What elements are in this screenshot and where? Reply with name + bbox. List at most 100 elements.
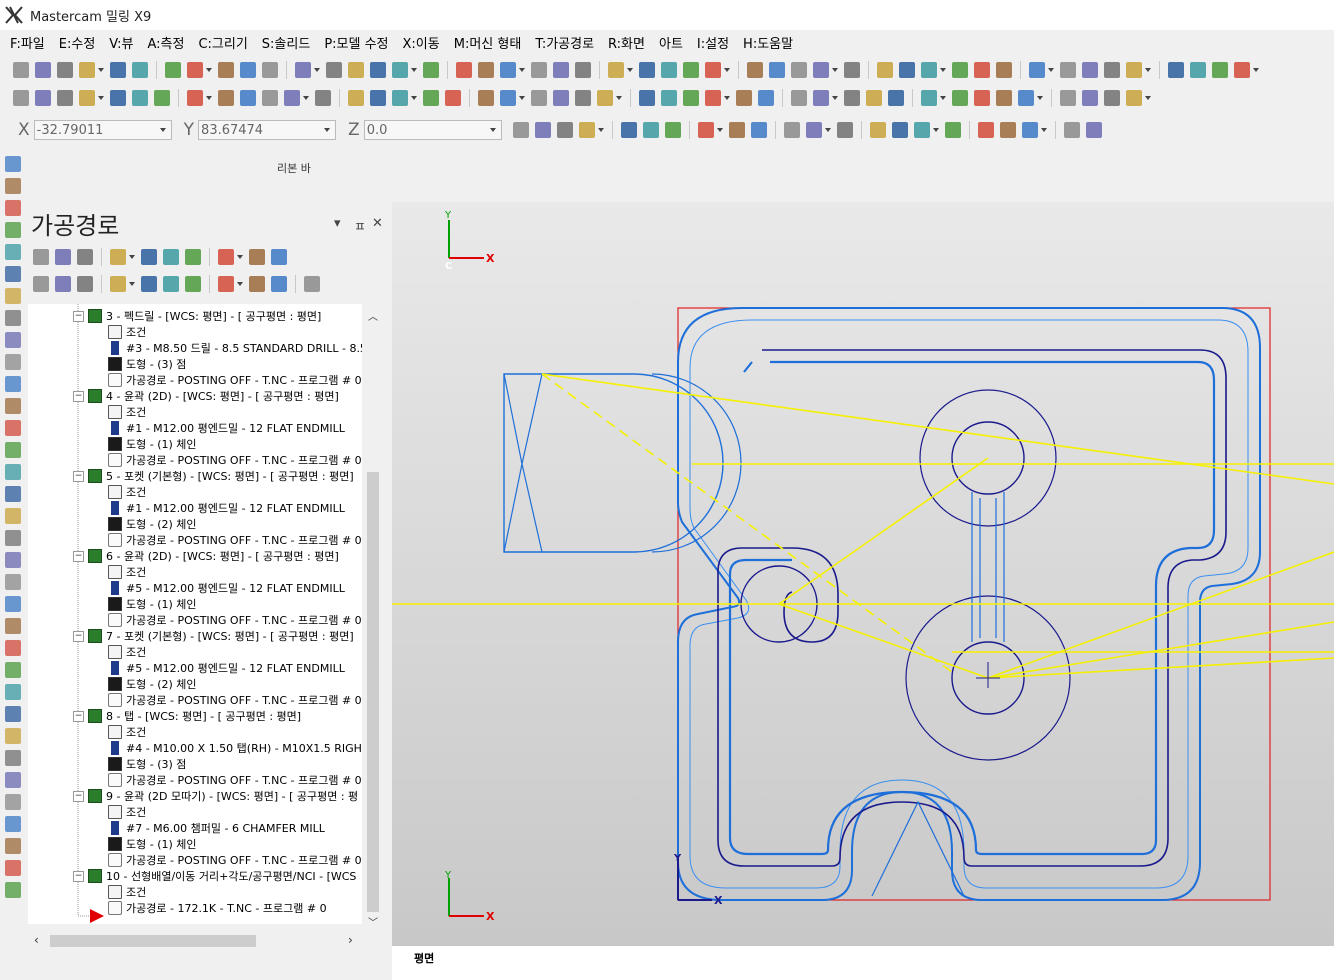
draw-tool-icon-31[interactable]: [813, 90, 829, 106]
tree-row[interactable]: 가공경로 - POSTING OFF - T.NC - 프로그램 # 0: [108, 372, 362, 388]
main-tool-icon-30[interactable]: [791, 62, 807, 78]
chevron-down-icon[interactable]: [411, 96, 417, 100]
tree-row[interactable]: #7 - M6.00 챔퍼밀 - 6 CHAMFER MILL: [108, 820, 325, 836]
chevron-down-icon[interactable]: [519, 96, 525, 100]
draw-tool-icon-33[interactable]: [866, 90, 882, 106]
tree-row[interactable]: 가공경로 - POSTING OFF - T.NC - 프로그램 # 0: [108, 532, 362, 548]
draw-tool-icon-1[interactable]: [35, 90, 51, 106]
main-tool-icon-29[interactable]: [769, 62, 785, 78]
draw-tool-icon-36[interactable]: [952, 90, 968, 106]
operation-row[interactable]: 10 - 선형배열/이동 거리+각도/공구평면/NCI - [WCS: [88, 868, 356, 884]
toolpath-top-tool-icon-5[interactable]: [163, 249, 179, 265]
autocursor-tool-icon-12[interactable]: [836, 122, 853, 138]
left-tool-icon-24[interactable]: [5, 684, 21, 700]
tree-row[interactable]: 조건: [108, 884, 146, 900]
menu-item-1[interactable]: E:수정: [59, 33, 96, 52]
chevron-down-icon[interactable]: [324, 128, 331, 132]
chevron-down-icon[interactable]: [932, 128, 939, 132]
draw-tool-icon-7[interactable]: [187, 90, 203, 106]
tree-row[interactable]: #5 - M12.00 평엔드밀 - 12 FLAT ENDMILL: [108, 580, 345, 596]
main-tool-icon-47[interactable]: [1234, 62, 1250, 78]
main-tool-icon-4[interactable]: [110, 62, 126, 78]
operation-row[interactable]: 7 - 포켓 (기본형) - [WCS: 평면] - [ 공구평면 : 평면]: [88, 628, 354, 644]
main-tool-icon-3[interactable]: [79, 62, 95, 78]
main-tool-icon-0[interactable]: [13, 62, 29, 78]
draw-tool-icon-14[interactable]: [370, 90, 386, 106]
tree-vertical-scrollbar[interactable]: ︿ ﹀: [364, 304, 382, 932]
left-tool-icon-0[interactable]: [5, 156, 21, 172]
draw-tool-icon-40[interactable]: [1060, 90, 1076, 106]
autocursor-tool-icon-15[interactable]: [913, 122, 930, 138]
left-tool-icon-26[interactable]: [5, 728, 21, 744]
left-tool-icon-12[interactable]: [5, 420, 21, 436]
main-tool-icon-14[interactable]: [370, 62, 386, 78]
left-tool-icon-3[interactable]: [5, 222, 21, 238]
operations-tree[interactable]: 3 - 펙드릴 - [WCS: 평면] - [ 공구평면 : 평면] − 조건 #3 …: [28, 304, 362, 924]
main-tool-icon-31[interactable]: [813, 62, 829, 78]
collapse-icon[interactable]: −: [73, 471, 84, 482]
left-tool-icon-14[interactable]: [5, 464, 21, 480]
chevron-down-icon[interactable]: [489, 128, 496, 132]
toolpath-top-tool-icon-2[interactable]: [77, 249, 93, 265]
chevron-down-icon[interactable]: [1145, 96, 1151, 100]
main-tool-icon-40[interactable]: [1060, 62, 1076, 78]
left-tool-icon-25[interactable]: [5, 706, 21, 722]
left-tool-icon-30[interactable]: [5, 816, 21, 832]
autocursor-tool-icon-16[interactable]: [944, 122, 961, 138]
operation-row[interactable]: 8 - 탭 - [WCS: 평면] - [ 공구평면 : 평면]: [88, 708, 301, 724]
main-tool-icon-9[interactable]: [240, 62, 256, 78]
draw-tool-icon-5[interactable]: [132, 90, 148, 106]
main-tool-icon-45[interactable]: [1190, 62, 1206, 78]
tree-row[interactable]: 도형 - (1) 체인: [108, 436, 197, 452]
toolpath-top-tool-icon-0[interactable]: [33, 249, 49, 265]
draw-tool-icon-37[interactable]: [974, 90, 990, 106]
tree-row[interactable]: 도형 - (2) 체인: [108, 516, 197, 532]
left-tool-icon-4[interactable]: [5, 244, 21, 260]
autocursor-tool-icon-21[interactable]: [1085, 122, 1102, 138]
chevron-down-icon[interactable]: [98, 96, 104, 100]
chevron-down-icon[interactable]: [724, 96, 730, 100]
draw-tool-icon-8[interactable]: [218, 90, 234, 106]
tree-row[interactable]: 가공경로 - POSTING OFF - T.NC - 프로그램 # 0: [108, 612, 362, 628]
chevron-down-icon[interactable]: [716, 128, 723, 132]
autocursor-tool-icon-5[interactable]: [642, 122, 659, 138]
toolpath-bottom-tool-icon-0[interactable]: [33, 276, 49, 292]
toolpath-top-tool-icon-1[interactable]: [55, 249, 71, 265]
main-tool-icon-35[interactable]: [921, 62, 937, 78]
draw-tool-icon-0[interactable]: [13, 90, 29, 106]
tree-row[interactable]: 가공경로 - POSTING OFF - T.NC - 프로그램 # 0: [108, 852, 362, 868]
y-coord-input[interactable]: 83.67474: [198, 120, 337, 140]
draw-tool-icon-9[interactable]: [240, 90, 256, 106]
tree-row[interactable]: 조건: [108, 804, 146, 820]
main-tool-icon-27[interactable]: [705, 62, 721, 78]
autocursor-tool-icon-4[interactable]: [620, 122, 637, 138]
menu-item-7[interactable]: X:이동: [403, 33, 440, 52]
toolpath-bottom-tool-icon-4[interactable]: [141, 276, 157, 292]
draw-tool-icon-41[interactable]: [1082, 90, 1098, 106]
draw-tool-icon-16[interactable]: [423, 90, 439, 106]
main-tool-icon-46[interactable]: [1212, 62, 1228, 78]
chevron-down-icon[interactable]: [237, 255, 243, 259]
menu-item-2[interactable]: V:뷰: [109, 33, 133, 52]
tree-row[interactable]: 조건: [108, 564, 146, 580]
main-tool-icon-17[interactable]: [456, 62, 472, 78]
draw-tool-icon-19[interactable]: [500, 90, 516, 106]
main-tool-icon-8[interactable]: [218, 62, 234, 78]
draw-tool-icon-29[interactable]: [758, 90, 774, 106]
main-tool-icon-33[interactable]: [877, 62, 893, 78]
draw-tool-icon-18[interactable]: [478, 90, 494, 106]
draw-tool-icon-38[interactable]: [996, 90, 1012, 106]
tree-row[interactable]: #4 - M10.00 X 1.50 탭(RH) - M10X1.5 RIGHT…: [108, 740, 362, 756]
collapse-icon[interactable]: −: [73, 711, 84, 722]
left-tool-icon-20[interactable]: [5, 596, 21, 612]
draw-tool-icon-10[interactable]: [262, 90, 278, 106]
tree-horizontal-scrollbar[interactable]: ‹ ›: [28, 932, 364, 950]
main-tool-icon-1[interactable]: [35, 62, 51, 78]
toolpath-bottom-tool-icon-7[interactable]: [218, 276, 234, 292]
main-tool-icon-5[interactable]: [132, 62, 148, 78]
main-tool-icon-11[interactable]: [295, 62, 311, 78]
draw-tool-icon-3[interactable]: [79, 90, 95, 106]
menu-item-6[interactable]: P:모델 수정: [324, 33, 388, 52]
chevron-down-icon[interactable]: [237, 282, 243, 286]
collapse-icon[interactable]: −: [73, 391, 84, 402]
